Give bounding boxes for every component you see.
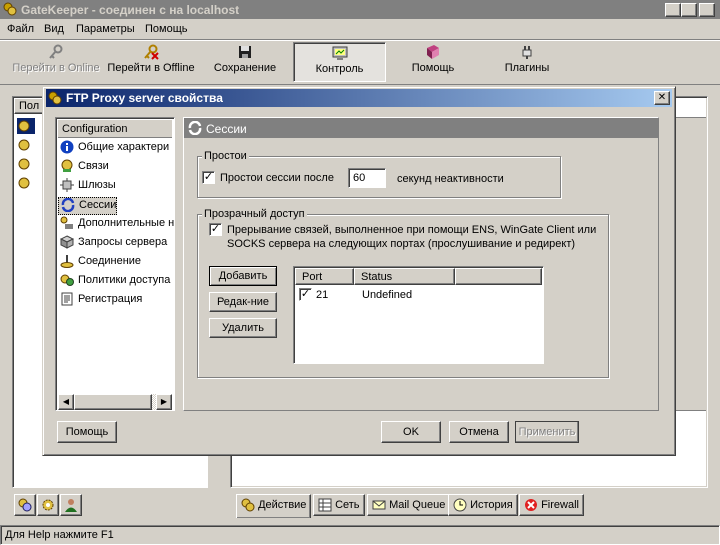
main-window-title: GateKeeper - соединен с на localhost xyxy=(21,3,240,17)
tree-item-logging[interactable]: Регистрация xyxy=(60,292,142,310)
config-tree[interactable]: Configuration Общие характери Связи Шлюз… xyxy=(55,117,175,411)
edit-port-button[interactable]: Редак-ние xyxy=(209,292,277,312)
help-toolbar-button[interactable]: Помощь xyxy=(395,42,471,82)
envelope-icon xyxy=(372,500,386,510)
config-tree-header: Configuration xyxy=(58,120,172,138)
session-timeout-label: Простои сессии после xyxy=(220,172,334,184)
section-title: Сессии xyxy=(206,122,247,136)
table-row[interactable]: ✓ 21 Undefined xyxy=(295,287,541,303)
status-text: Для Help нажмите F1 xyxy=(5,529,114,541)
tree-item-general[interactable]: Общие характери xyxy=(60,140,169,158)
bindings-icon xyxy=(61,159,73,172)
network-table-icon xyxy=(318,498,332,512)
menu-help[interactable]: Помощь xyxy=(145,23,188,35)
tree-item-gateways[interactable]: Шлюзы xyxy=(60,178,116,196)
ftp-proxy-dialog: FTP Proxy server свойства ✕ Configuratio… xyxy=(42,86,676,456)
menu-options[interactable]: Параметры xyxy=(76,23,135,35)
plug-icon xyxy=(522,46,532,59)
section-header: Сессии xyxy=(184,118,658,138)
tree-item-sessions[interactable]: Сессии xyxy=(58,197,118,215)
port-row-status: Undefined xyxy=(362,289,413,301)
gear-icon xyxy=(42,499,54,511)
add-port-button[interactable]: Добавить xyxy=(209,266,277,286)
tree-item-advanced[interactable]: Дополнительные н xyxy=(60,216,174,234)
port-row-checkbox[interactable]: ✓ xyxy=(299,288,312,301)
control-button[interactable]: Контроль xyxy=(293,42,386,82)
settings-page: Сессии Простои ✓ Простои сессии после 60… xyxy=(183,117,659,411)
sessions-icon xyxy=(61,198,75,212)
go-online-button[interactable]: Перейти в Online xyxy=(6,42,106,82)
gateway-icon xyxy=(60,178,74,192)
left-tree-icons xyxy=(17,118,37,198)
dialog-help-button[interactable]: Помощь xyxy=(57,421,117,443)
ports-list[interactable]: Port Status ✓ 21 Undefined xyxy=(293,266,544,364)
key-icon xyxy=(49,44,63,59)
close-button[interactable]: ✕ xyxy=(699,3,715,17)
port-row-port: 21 xyxy=(316,289,329,301)
menu-file[interactable]: Файл xyxy=(7,23,34,35)
session-timeout-checkbox[interactable]: ✓ xyxy=(202,171,215,184)
clock-icon xyxy=(453,498,467,512)
monitor-icon xyxy=(332,46,347,60)
transparent-redirect-label-line2: SOCKS сервера на следующих портах (просл… xyxy=(227,238,576,250)
document-icon xyxy=(61,292,73,306)
column-header-filler xyxy=(455,268,542,285)
scroll-left-button[interactable]: ◀ xyxy=(58,394,74,410)
transparent-access-legend: Прозрачный доступ xyxy=(202,208,307,220)
user-icon xyxy=(65,499,77,512)
tree-item-bindings[interactable]: Связи xyxy=(60,159,109,177)
go-offline-button[interactable]: Перейти в Offline xyxy=(104,42,198,82)
scroll-thumb[interactable] xyxy=(74,394,152,410)
column-header-status[interactable]: Status xyxy=(354,268,455,285)
tree-item-connection[interactable]: Соединение xyxy=(60,254,141,272)
network-icon xyxy=(18,498,32,512)
status-bar: Для Help нажмите F1 xyxy=(0,525,720,545)
session-timeout-input[interactable]: 60 xyxy=(348,168,386,188)
column-header-port[interactable]: Port xyxy=(295,268,354,285)
config-tree-hscrollbar[interactable]: ◀ ▶ xyxy=(58,394,172,410)
cancel-button[interactable]: Отмена xyxy=(449,421,509,443)
session-timeout-suffix: секунд неактивности xyxy=(397,173,504,185)
transparent-redirect-label-line1: Прерывание связей, выполненное при помощ… xyxy=(227,224,597,236)
book-icon xyxy=(427,45,439,59)
ok-button[interactable]: OK xyxy=(381,421,441,443)
app-icon xyxy=(3,2,17,16)
activity-icon xyxy=(241,498,255,512)
tab-activity[interactable]: Действие xyxy=(236,494,312,518)
tab-mail-queue[interactable]: Mail Queue xyxy=(367,494,451,516)
tab-network[interactable]: Сеть xyxy=(313,494,365,516)
firewall-stop-icon xyxy=(525,499,537,512)
tab-firewall[interactable]: Firewall xyxy=(519,494,584,516)
info-icon xyxy=(60,140,74,154)
dialog-title-bar[interactable]: FTP Proxy server свойства ✕ xyxy=(46,89,672,107)
advanced-icon xyxy=(60,216,73,229)
dialog-title: FTP Proxy server свойства xyxy=(66,91,223,105)
key-cross-icon xyxy=(144,44,159,60)
timeouts-legend: Простои xyxy=(202,150,249,162)
menu-view[interactable]: Вид xyxy=(44,23,64,35)
tree-item-server-requests[interactable]: Запросы сервера xyxy=(60,235,167,253)
scroll-right-button[interactable]: ▶ xyxy=(156,394,172,410)
view-services-button[interactable] xyxy=(37,494,59,516)
connection-icon xyxy=(60,255,74,268)
view-users-button[interactable] xyxy=(60,494,82,516)
tab-history[interactable]: История xyxy=(448,494,518,516)
sessions-header-icon xyxy=(188,121,202,135)
cube-icon xyxy=(60,235,74,249)
floppy-icon xyxy=(239,46,251,58)
main-title-bar[interactable]: GateKeeper - соединен с на localhost _ □… xyxy=(0,0,720,19)
delete-port-button[interactable]: Удалить xyxy=(209,318,277,338)
plugins-button[interactable]: Плагины xyxy=(490,42,564,82)
minimize-button[interactable]: _ xyxy=(665,3,681,17)
transparent-redirect-checkbox[interactable]: ✓ xyxy=(209,223,222,236)
policy-icon xyxy=(60,274,74,286)
apply-button[interactable]: Применить xyxy=(515,421,579,443)
view-network-button[interactable] xyxy=(14,494,36,516)
dialog-close-button[interactable]: ✕ xyxy=(654,91,670,105)
maximize-button[interactable]: □ xyxy=(681,3,697,17)
tree-item-access-policies[interactable]: Политики доступа xyxy=(60,273,170,291)
dialog-app-icon xyxy=(48,91,62,108)
save-button[interactable]: Сохранение xyxy=(205,42,285,82)
